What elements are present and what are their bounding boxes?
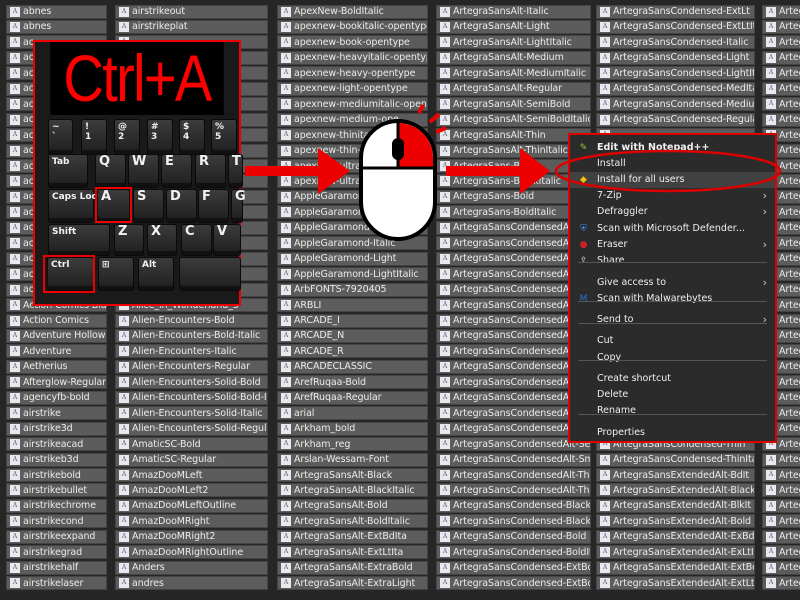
highlight-ellipse — [554, 149, 782, 193]
